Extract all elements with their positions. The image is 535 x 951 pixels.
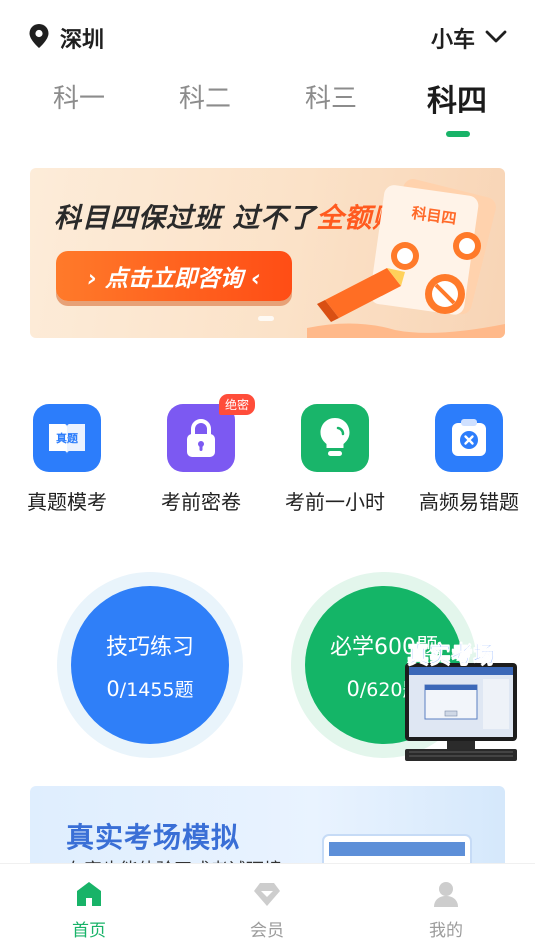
nav-label: 我的 [429,921,463,941]
banner-title-prefix: 科目四保过班 过不了 [54,203,317,234]
tab-subject-3[interactable]: 科三 [276,78,386,115]
bottom-navigation: 首页 会员 我的 [0,863,535,951]
tab-subject-1[interactable]: 科一 [24,78,134,115]
promo-title: 真实考场模拟 [66,821,241,854]
vehicle-type-selector[interactable]: 小车 [431,22,507,54]
tool-common-mistakes[interactable]: 高频易错题 [402,404,535,515]
nav-member[interactable]: 会员 [207,880,327,941]
diamond-icon [254,883,280,906]
real-exam-sim-card[interactable]: 真实考场模拟 在家也能体验正式考试环境 [30,786,505,866]
real-exam-float-widget[interactable]: 真实考场 [403,637,521,765]
skill-practice-card[interactable]: 技巧练习 0/1455题 [57,572,243,758]
vehicle-type-label: 小车 [430,28,475,53]
book-icon: 真题 [33,404,101,472]
active-tab-indicator [446,131,470,137]
real-exam-float-title: 真实考场 [407,643,496,669]
location-label: 深圳 [60,28,105,53]
chevron-down-icon [485,29,507,48]
tab-subject-2[interactable]: 科二 [150,78,260,115]
tool-label: 高频易错题 [419,490,519,514]
banner-illustration: 科目四 [307,179,505,338]
nav-home[interactable]: 首页 [29,880,149,941]
nav-profile[interactable]: 我的 [386,880,506,941]
tool-label: 考前密卷 [161,490,241,514]
tool-last-hour[interactable]: 考前一小时 [268,404,402,515]
quick-tools: 真题 真题模考 绝密 考前密卷 考前一小时 高频易错题 [0,394,535,524]
banner-consult-button[interactable]: › 点击立即咨询 ‹ [56,251,292,301]
svg-text:真题: 真题 [56,431,79,445]
practice-progress: 0/1455题 [106,676,194,701]
banner-page-indicator [258,316,274,321]
home-icon [77,882,101,906]
tool-label: 考前一小时 [285,490,385,514]
tool-label: 真题模考 [27,490,107,514]
secret-badge: 绝密 [219,394,256,415]
exam-screen-illustration [322,834,472,866]
practice-title: 技巧练习 [105,634,194,660]
skill-practice-circle: 技巧练习 0/1455题 [71,586,229,744]
lightbulb-icon [301,404,369,472]
tool-secret-paper[interactable]: 绝密 考前密卷 [134,394,268,515]
tool-real-exam[interactable]: 真题 真题模考 [0,404,134,515]
nav-label: 会员 [250,921,284,941]
lock-icon: 绝密 [167,394,256,472]
nav-label: 首页 [72,921,106,941]
user-icon [434,882,458,907]
top-bar: 深圳 小车 [0,0,535,70]
error-close-icon [435,404,503,472]
tab-subject-4[interactable]: 科四 [402,76,512,120]
location-selector[interactable]: 深圳 [28,22,104,54]
map-pin-icon [28,23,50,53]
promo-banner[interactable]: 科目四保过班 过不了全额赔 › 点击立即咨询 ‹ 科目四 [30,168,505,338]
app-root: 深圳 小车 科一 科二 科三 科四 科目四保过班 过不了全额赔 › 点击立即咨询… [0,0,535,951]
